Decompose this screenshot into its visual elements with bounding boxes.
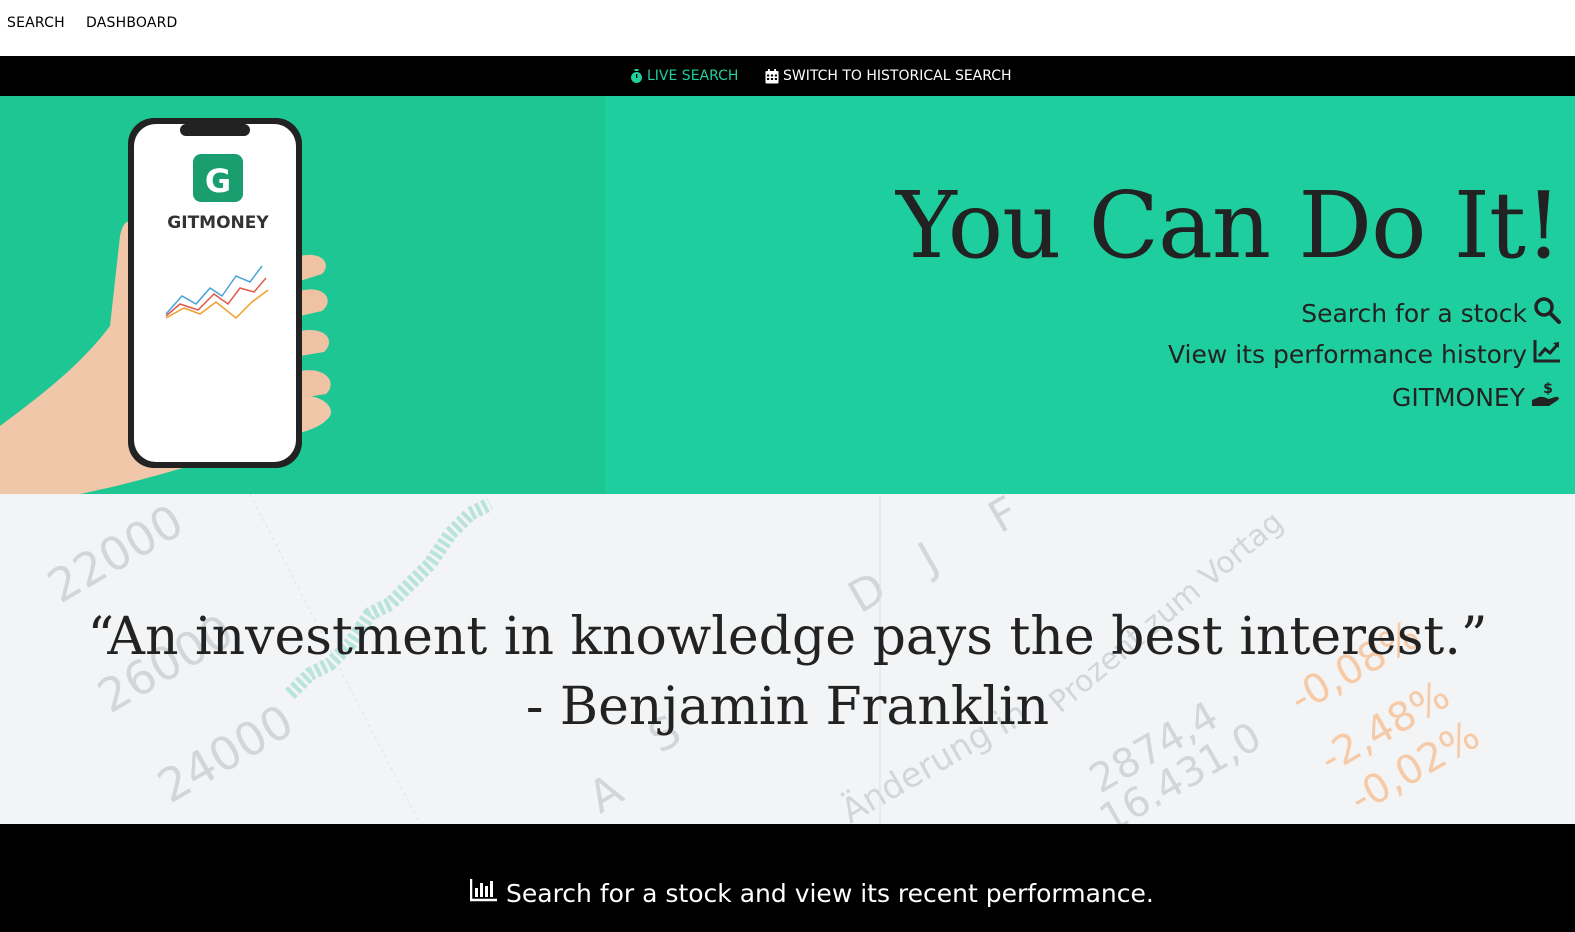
- footer-caption: Search for a stock and view its recent p…: [469, 878, 1154, 908]
- live-search-label: LIVE SEARCH: [647, 68, 739, 84]
- historical-search-tab[interactable]: SWITCH TO HISTORICAL SEARCH: [765, 68, 1012, 84]
- stopwatch-icon: [630, 68, 643, 84]
- footer-text: Search for a stock and view its recent p…: [506, 878, 1154, 908]
- live-search-tab[interactable]: LIVE SEARCH: [630, 68, 738, 84]
- hero-line-search-text: Search for a stock: [1301, 298, 1527, 328]
- hero-line-gitmoney: GITMONEY $: [1392, 380, 1561, 414]
- hero-banner: G GITMONEY You Can Do It! Search for a s…: [0, 96, 1575, 494]
- svg-text:$: $: [1543, 381, 1553, 397]
- hero-phone-image: G GITMONEY: [0, 96, 605, 494]
- hero-title: You Can Do It!: [895, 172, 1562, 279]
- hand-holding-dollar-icon: $: [1531, 380, 1561, 414]
- search-mode-bar: LIVE SEARCH SWITCH TO HISTORICAL SEARCH: [0, 56, 1575, 96]
- svg-text:G: G: [205, 162, 231, 200]
- quote-author: - Benjamin Franklin: [525, 677, 1050, 737]
- bar-chart-icon: [469, 878, 498, 908]
- historical-search-label: SWITCH TO HISTORICAL SEARCH: [783, 68, 1012, 84]
- chart-line-icon: [1533, 338, 1561, 370]
- nav-dashboard-link[interactable]: DASHBOARD: [86, 15, 178, 31]
- hero-line-gitmoney-text: GITMONEY: [1391, 382, 1525, 412]
- top-nav: SEARCH DASHBOARD: [0, 0, 1575, 56]
- hero-line-history-text: View its performance history: [1167, 339, 1527, 369]
- nav-search-link[interactable]: SEARCH: [7, 15, 65, 31]
- quote-section: 22000 26000 24000 J F D S A 2874,4 16.43…: [0, 494, 1575, 824]
- search-icon: [1533, 296, 1561, 330]
- phone-logo-text: GITMONEY: [167, 213, 269, 233]
- hero-line-search: Search for a stock: [1301, 296, 1561, 330]
- calendar-icon: [765, 68, 779, 84]
- hero-line-history: View its performance history: [1168, 338, 1561, 370]
- quote-line: “An investment in knowledge pays the bes…: [87, 607, 1488, 667]
- footer-bar: Search for a stock and view its recent p…: [0, 824, 1575, 932]
- quote-text: “An investment in knowledge pays the bes…: [0, 602, 1575, 742]
